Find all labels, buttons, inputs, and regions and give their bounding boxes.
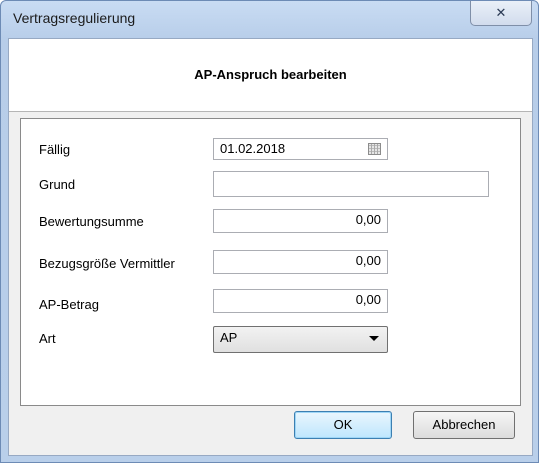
bewertungsumme-value: 0,00 bbox=[355, 212, 381, 227]
bezugsgroesse-value: 0,00 bbox=[355, 253, 381, 268]
faellig-date-field[interactable]: 01.02.2018 bbox=[213, 138, 388, 160]
close-button[interactable]: ✕ bbox=[470, 1, 532, 26]
ap-betrag-value: 0,00 bbox=[355, 292, 381, 307]
bezugsgroesse-input[interactable]: 0,00 bbox=[213, 250, 388, 274]
art-value: AP bbox=[220, 330, 238, 345]
dialog-window: Vertragsregulierung ✕ AP-Anspruch bearbe… bbox=[0, 0, 539, 463]
cancel-button[interactable]: Abbrechen bbox=[413, 411, 515, 439]
grund-label: Grund bbox=[39, 177, 76, 192]
dialog-body: AP-Anspruch bearbeiten Fällig 01.02.2018… bbox=[8, 38, 533, 456]
chevron-down-icon bbox=[369, 336, 379, 341]
dialog-heading: AP-Anspruch bearbeiten bbox=[194, 67, 347, 82]
faellig-label: Fällig bbox=[39, 142, 71, 157]
ok-button[interactable]: OK bbox=[294, 411, 392, 439]
close-icon: ✕ bbox=[495, 5, 507, 21]
bewertungsumme-input[interactable]: 0,00 bbox=[213, 209, 388, 233]
ap-betrag-label: AP-Betrag bbox=[39, 297, 99, 312]
bewertungsumme-label: Bewertungsumme bbox=[39, 214, 144, 229]
faellig-value: 01.02.2018 bbox=[220, 141, 286, 156]
art-label: Art bbox=[39, 331, 56, 346]
bezugsgroesse-label: Bezugsgröße Vermittler bbox=[39, 256, 175, 271]
window-title: Vertragsregulierung bbox=[13, 10, 136, 26]
header-panel: AP-Anspruch bearbeiten bbox=[9, 39, 532, 112]
title-bar[interactable]: Vertragsregulierung ✕ bbox=[1, 1, 538, 39]
form-group: Fällig 01.02.2018 Grund Bewertungsumme 0… bbox=[20, 118, 521, 406]
grund-input[interactable] bbox=[213, 171, 489, 197]
art-select[interactable]: AP bbox=[213, 326, 388, 353]
ap-betrag-input[interactable]: 0,00 bbox=[213, 289, 388, 313]
calendar-icon[interactable] bbox=[368, 143, 381, 155]
